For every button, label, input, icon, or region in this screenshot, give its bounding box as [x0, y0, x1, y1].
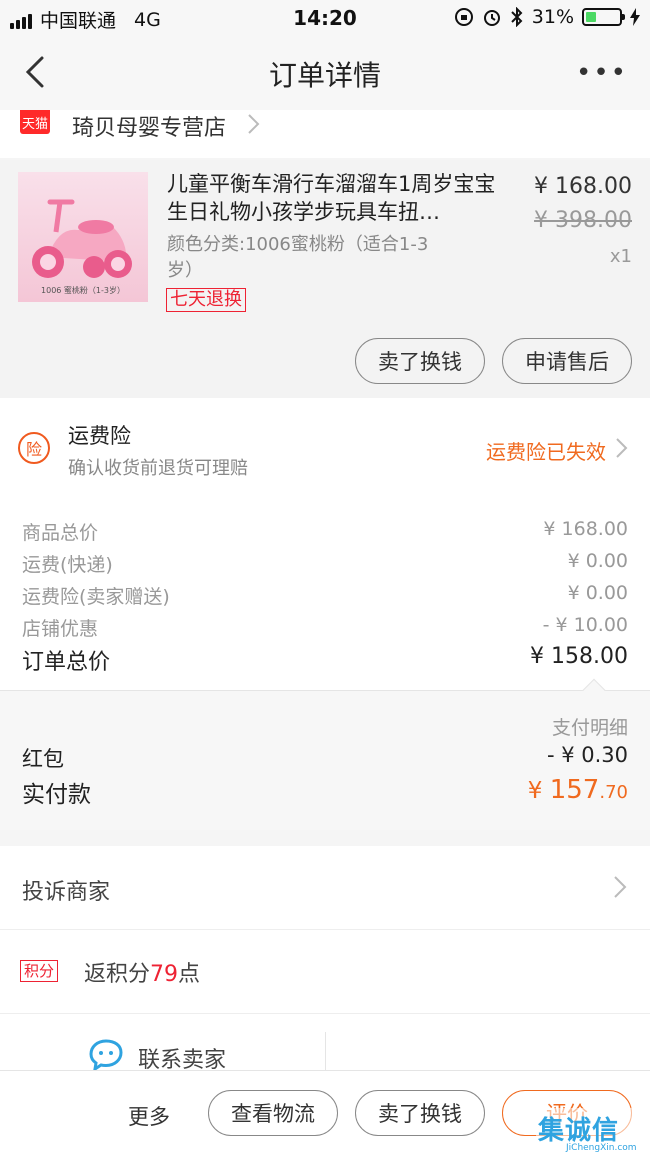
chevron-right-icon [616, 438, 628, 458]
return-policy-tag: 七天退换 [166, 288, 246, 312]
more-button[interactable]: 更多 [128, 1101, 170, 1131]
chat-bubble-icon [89, 1039, 123, 1072]
battery-percent: 31% [531, 6, 574, 28]
product-original-price: ¥ 398.00 [534, 208, 632, 233]
red-packet-value: - ¥ 0.30 [546, 743, 628, 767]
chevron-right-icon [614, 876, 627, 898]
rotation-lock-icon [454, 8, 473, 26]
product-thumbnail[interactable]: 1006 蜜桃粉（1-3岁） [18, 172, 148, 302]
payment-detail-link[interactable]: 支付明细 [552, 713, 628, 740]
points-suffix: 点 [178, 962, 201, 987]
paid-label: 实付款 [22, 782, 91, 808]
paid-decimal: .70 [599, 782, 628, 803]
more-menu-icon[interactable]: ••• [576, 58, 628, 88]
product-card[interactable]: 1006 蜜桃粉（1-3岁） 儿童平衡车滑行车溜溜车1周岁宝宝生日礼物小孩学步玩… [0, 160, 650, 398]
complain-seller-row[interactable]: 投诉商家 [0, 846, 650, 930]
shop-header[interactable]: 天猫 琦贝母婴专营店 [0, 110, 650, 158]
watermark-url: JiChengXin.com [566, 1143, 637, 1153]
paid-integer: 157 [549, 775, 600, 805]
battery-icon [582, 8, 625, 26]
chevron-right-icon [248, 114, 260, 134]
page-title: 订单详情 [268, 59, 381, 92]
paid-currency: ¥ [527, 778, 543, 804]
insurance-status[interactable]: 运费险已失效 [486, 436, 606, 465]
bluetooth-icon [511, 7, 523, 27]
product-price: ¥ 168.00 [534, 174, 632, 199]
thumb-caption: 1006 蜜桃粉（1-3岁） [41, 286, 125, 295]
points-text: 返积分79点 [84, 956, 200, 988]
balance-bike-image [32, 199, 132, 278]
tmall-badge: 天猫 [20, 110, 50, 134]
insurance-title: 运费险 [68, 424, 131, 448]
price-summary: 商品总价 ¥ 168.00 运费(快递) ¥ 0.00 运费险(卖家赠送) ¥ … [0, 500, 650, 690]
sell-button[interactable]: 卖了换钱 [355, 338, 485, 384]
status-right: 31% [454, 6, 640, 28]
product-title[interactable]: 儿童平衡车滑行车溜溜车1周岁宝宝生日礼物小孩学步玩具车扭… [167, 170, 507, 226]
points-number: 79 [150, 962, 179, 987]
summary-row: 商品总价 ¥ 168.00 [22, 518, 628, 545]
order-total-label: 订单总价 [22, 650, 111, 675]
summary-label: 运费(快递) [22, 554, 113, 576]
points-prefix: 返积分 [84, 962, 151, 987]
payment-detail: 支付明细 红包 - ¥ 0.30 实付款 ¥ 157.70 [0, 678, 650, 830]
summary-value: - ¥ 10.00 [542, 614, 628, 636]
order-total-value: ¥ 158.00 [530, 644, 628, 669]
nav-bar: 订单详情 ••• [0, 36, 650, 110]
insurance-icon: 险 [18, 432, 50, 464]
summary-label: 运费险(卖家赠送) [22, 586, 170, 608]
contact-seller-row[interactable]: 联系卖家 [0, 1014, 650, 1076]
watermark-logo: 集诚信 [538, 1116, 620, 1146]
shipping-insurance-row[interactable]: 险 运费险 确认收货前退货可理赔 运费险已失效 [0, 398, 650, 500]
paid-value: ¥ 157.70 [528, 775, 628, 809]
order-total-row: 订单总价 ¥ 158.00 [22, 644, 628, 676]
complain-label: 投诉商家 [22, 880, 111, 905]
summary-label: 商品总价 [22, 522, 99, 544]
summary-row: 店铺优惠 - ¥ 10.00 [22, 614, 628, 641]
points-row: 积分 返积分79点 [0, 930, 650, 1014]
paid-row: 实付款 ¥ 157.70 [22, 775, 628, 809]
points-badge: 积分 [20, 960, 59, 982]
product-variant: 颜色分类:1006蜜桃粉（适合1-3岁） [167, 234, 429, 281]
summary-row: 运费(快递) ¥ 0.00 [22, 550, 628, 577]
after-sale-button[interactable]: 申请售后 [502, 338, 632, 384]
summary-value: ¥ 0.00 [567, 550, 628, 572]
insurance-subtitle: 确认收货前退货可理赔 [68, 458, 248, 479]
summary-value: ¥ 168.00 [543, 518, 628, 540]
summary-label: 店铺优惠 [22, 618, 99, 640]
summary-value: ¥ 0.00 [567, 582, 628, 604]
charging-icon [630, 8, 640, 26]
sell-button-bottom[interactable]: 卖了换钱 [355, 1090, 485, 1136]
shop-name[interactable]: 琦贝母婴专营店 [72, 110, 226, 142]
red-packet-label: 红包 [22, 747, 64, 771]
summary-row: 运费险(卖家赠送) ¥ 0.00 [22, 582, 628, 609]
red-packet-row: 红包 - ¥ 0.30 [22, 743, 628, 773]
view-logistics-button[interactable]: 查看物流 [208, 1090, 338, 1136]
alarm-icon [483, 10, 500, 26]
status-bar: 中国联通 4G 14:20 31% [0, 0, 650, 36]
product-quantity: x1 [609, 246, 632, 267]
